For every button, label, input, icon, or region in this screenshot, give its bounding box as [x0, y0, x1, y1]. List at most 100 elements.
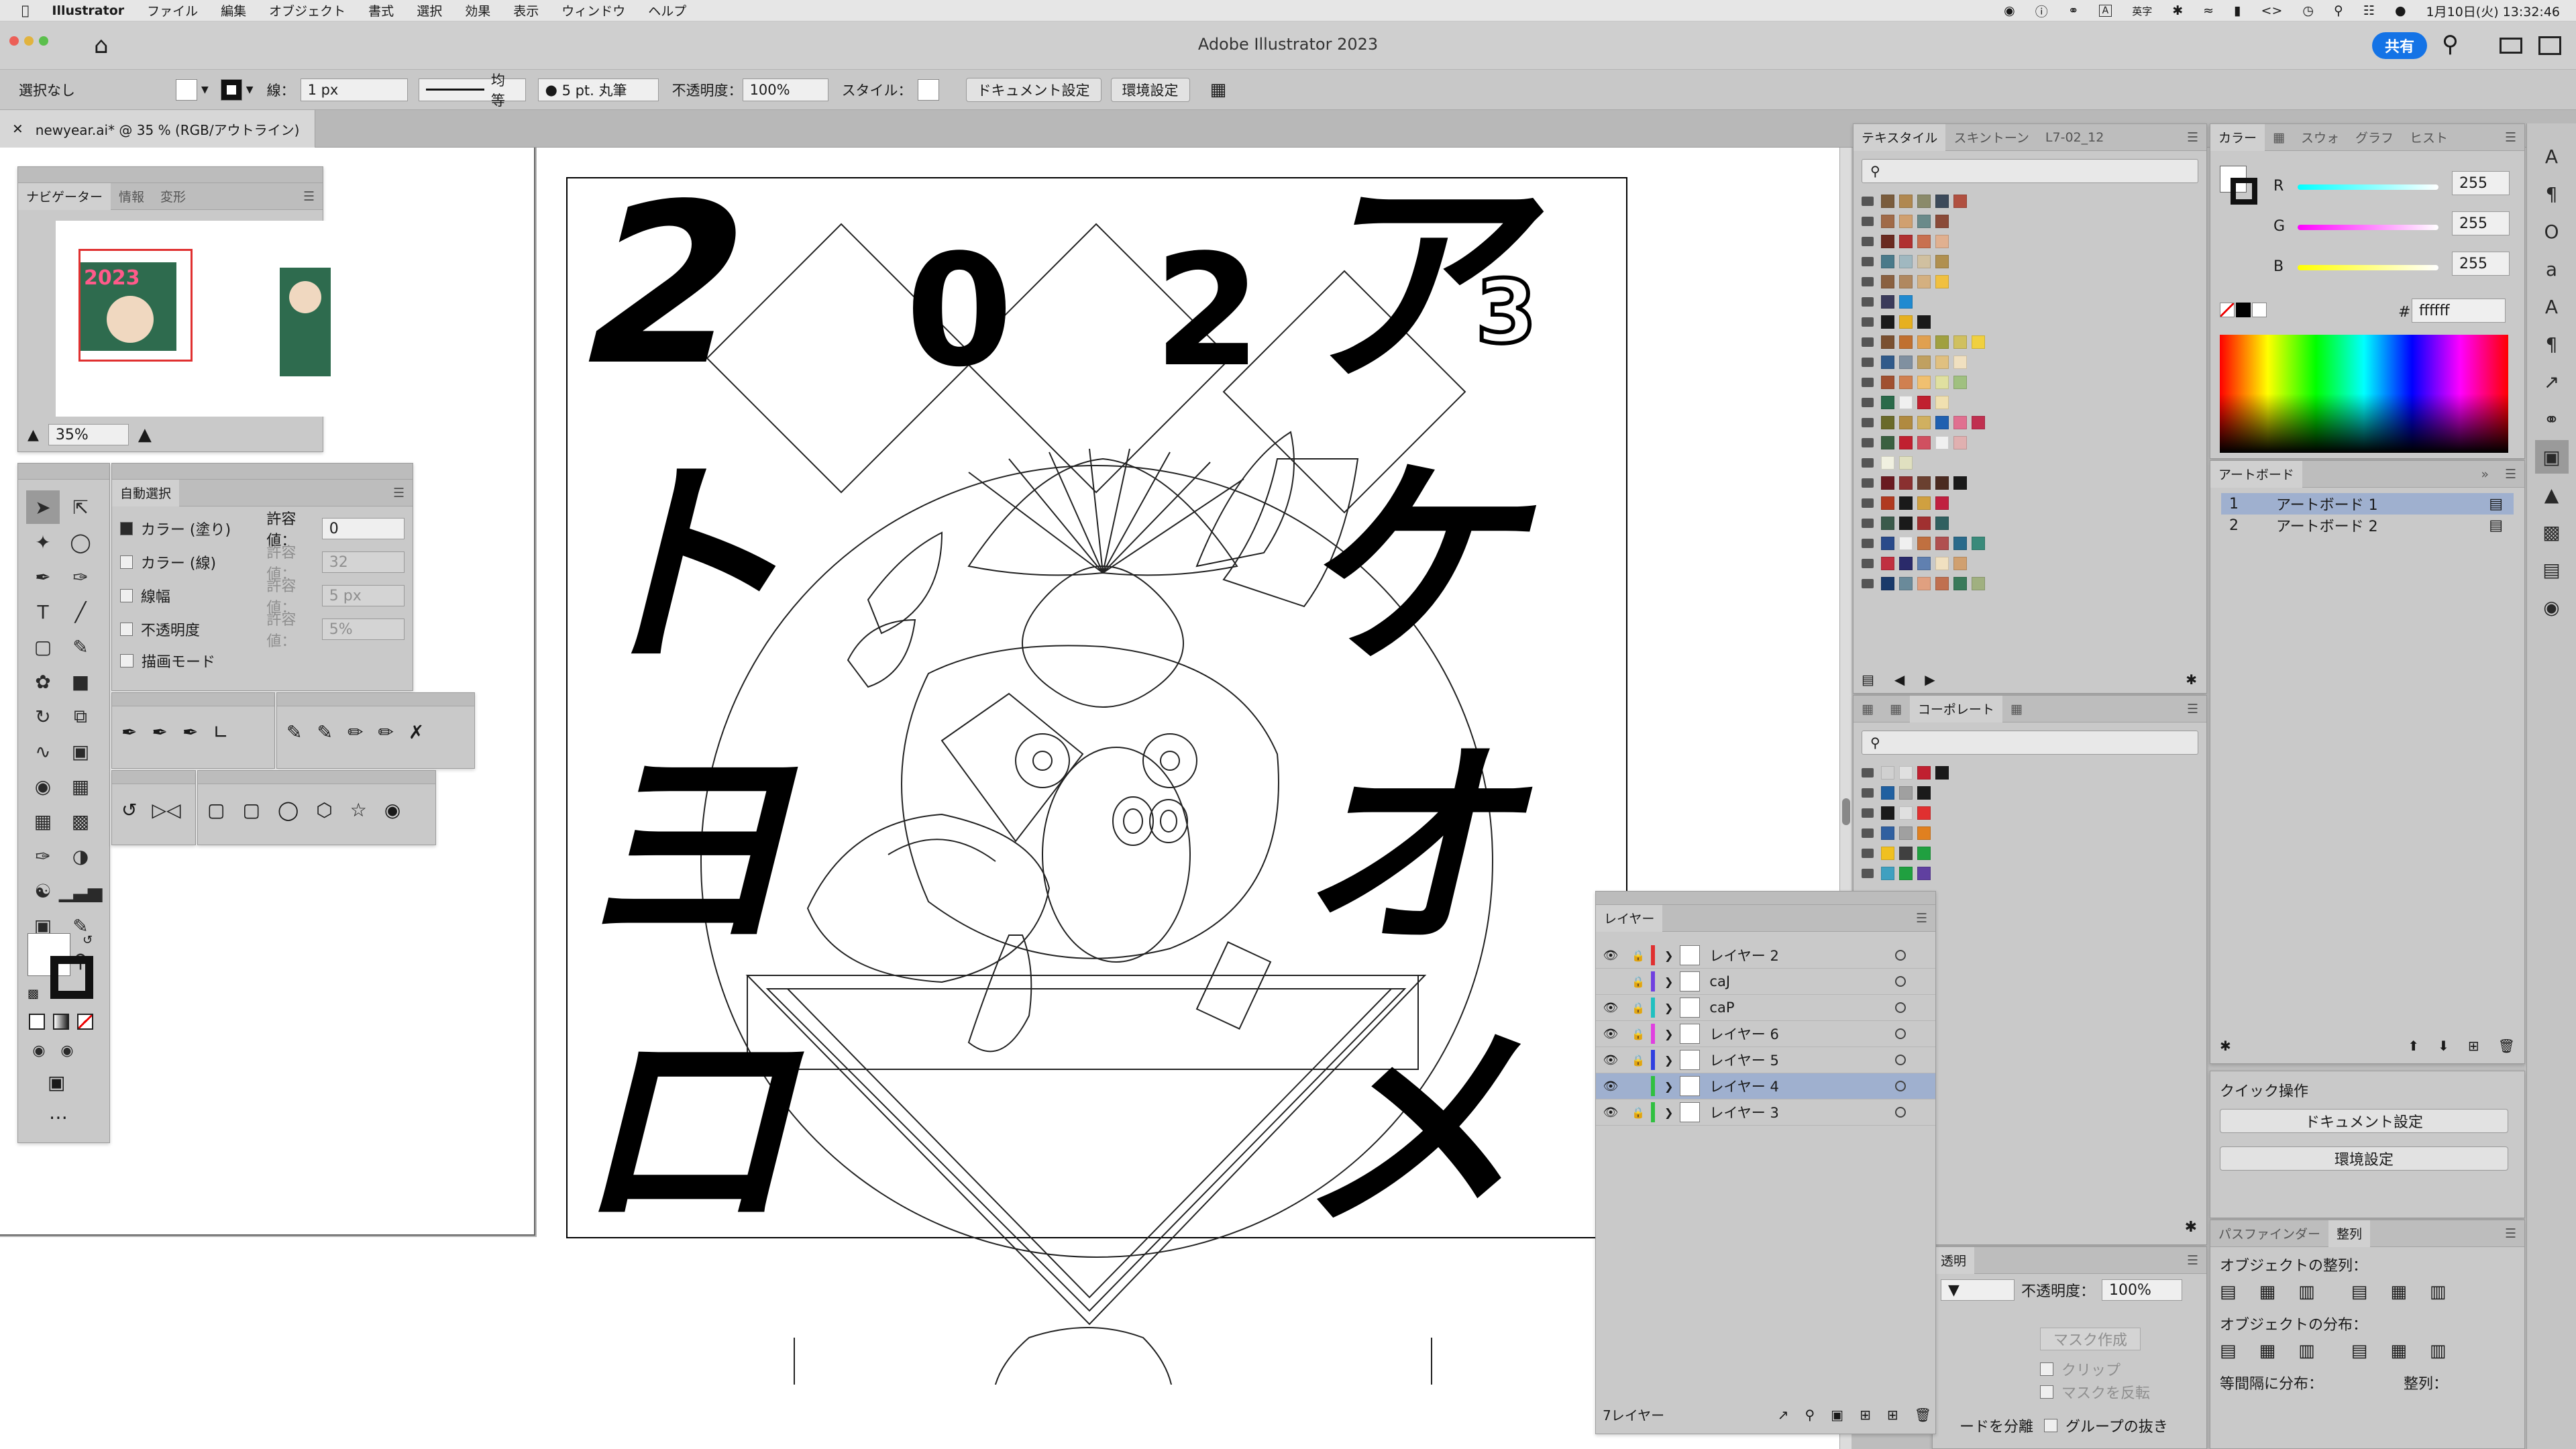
- direct-selection-tool-icon[interactable]: ⇱: [64, 490, 97, 524]
- folder-icon[interactable]: [1862, 458, 1874, 468]
- textile-swatch[interactable]: [1881, 255, 1894, 268]
- textile-swatch[interactable]: [1917, 557, 1931, 570]
- symbol-sprayer-tool-icon[interactable]: ☯: [26, 874, 60, 908]
- textile-swatch[interactable]: [1972, 537, 1985, 550]
- color-spectrum[interactable]: [2220, 335, 2508, 453]
- siri-icon[interactable]: ●: [2395, 3, 2406, 18]
- fill-dropdown-chevron-down-icon[interactable]: ▼: [201, 85, 209, 95]
- distribute-vcenter-icon[interactable]: ▦: [2259, 1341, 2276, 1361]
- tab-skintones[interactable]: スキントーン: [1945, 124, 2037, 151]
- prev-library-icon[interactable]: ◀: [1894, 672, 1904, 688]
- eraser-tool-icon[interactable]: ■: [64, 665, 97, 698]
- lock-icon[interactable]: 🔒: [1625, 975, 1651, 988]
- panel-menu-icon[interactable]: ☰: [2179, 696, 2206, 722]
- textile-swatch[interactable]: [1972, 335, 1985, 349]
- new-artboard-icon[interactable]: ⊞: [2468, 1038, 2479, 1054]
- new-sublayer-icon[interactable]: ⊞: [1860, 1407, 1871, 1423]
- textile-swatch[interactable]: [1881, 396, 1894, 409]
- textile-swatch[interactable]: [1953, 436, 1967, 449]
- folder-icon[interactable]: [1862, 297, 1874, 307]
- folder-icon[interactable]: [1862, 808, 1874, 818]
- textile-swatch[interactable]: [1917, 215, 1931, 228]
- headphones-icon[interactable]: ⚭: [2068, 3, 2079, 18]
- panel-menu-icon[interactable]: ☰: [385, 480, 413, 506]
- textile-swatch[interactable]: [1881, 577, 1894, 590]
- textile-swatch[interactable]: [1917, 315, 1931, 329]
- artboards-panel-icon[interactable]: ▣: [2534, 440, 2569, 474]
- swap-fill-stroke-icon[interactable]: ↺: [83, 933, 93, 947]
- panel-header[interactable]: [18, 167, 323, 183]
- color-stroke-swatch[interactable]: [2231, 178, 2257, 205]
- document-tab[interactable]: ✕ newyear.ai* @ 35 % (RGB/アウトライン): [0, 110, 315, 148]
- layer-row[interactable]: 🔒 ❯ caJ: [1596, 969, 1935, 995]
- textile-swatch[interactable]: [1899, 315, 1913, 329]
- textile-swatch[interactable]: [1935, 356, 1949, 369]
- column-graph-tool-icon[interactable]: ▁▃▅: [59, 874, 103, 908]
- new-layer-icon[interactable]: ⊞: [1887, 1407, 1898, 1423]
- panel-menu-icon[interactable]: ☰: [2497, 461, 2524, 488]
- para-style-panel-icon[interactable]: ¶: [2535, 327, 2569, 361]
- textile-swatch[interactable]: [1953, 356, 1967, 369]
- textile-swatch[interactable]: [1899, 436, 1913, 449]
- artboard-options-icon[interactable]: ▤: [2489, 517, 2503, 534]
- export-icon[interactable]: ↗: [1778, 1407, 1789, 1423]
- shaper-tool-icon[interactable]: ✿: [26, 665, 60, 698]
- align-bottom-icon[interactable]: ▥: [2430, 1282, 2447, 1302]
- corporate-swatch[interactable]: [1917, 847, 1931, 860]
- textile-swatch[interactable]: [1917, 496, 1931, 510]
- tab-collapsed-2[interactable]: ▦: [1882, 696, 1910, 722]
- panel-header[interactable]: [277, 693, 474, 706]
- settings-icon[interactable]: ✱: [2185, 1219, 2197, 1236]
- folder-icon[interactable]: [1862, 257, 1874, 266]
- layer-name[interactable]: caJ: [1709, 973, 1730, 989]
- lock-icon[interactable]: 🔒: [1625, 1002, 1651, 1014]
- align-right-icon[interactable]: ▥: [2298, 1282, 2315, 1302]
- arrange-icon[interactable]: ▦: [1210, 80, 1227, 100]
- corporate-swatch[interactable]: [1881, 867, 1894, 880]
- expand-layer-chevron-icon[interactable]: ❯: [1664, 949, 1673, 962]
- appearance-panel-icon[interactable]: ◉: [2535, 590, 2569, 624]
- folder-icon[interactable]: [1862, 337, 1874, 347]
- checkbox-stroke-color[interactable]: [120, 555, 133, 569]
- folder-icon[interactable]: [1862, 217, 1874, 226]
- textile-swatch[interactable]: [1953, 557, 1967, 570]
- navigator-view-box[interactable]: [78, 249, 193, 362]
- zoom-field[interactable]: 35%: [48, 424, 129, 445]
- textile-swatch[interactable]: [1899, 396, 1913, 409]
- close-tab-icon[interactable]: ✕: [12, 121, 23, 137]
- layer-row[interactable]: 👁 🔒 ❯ レイヤー 5: [1596, 1047, 1935, 1073]
- textile-swatch[interactable]: [1935, 577, 1949, 590]
- folder-icon[interactable]: [1862, 869, 1874, 878]
- layer-name[interactable]: レイヤー 5: [1709, 1050, 1778, 1070]
- textile-swatch[interactable]: [1917, 476, 1931, 490]
- textile-swatch[interactable]: [1935, 537, 1949, 550]
- expand-icon[interactable]: »: [2473, 461, 2497, 488]
- eye-icon[interactable]: 👁: [1596, 1053, 1625, 1067]
- ellipse-tool-icon[interactable]: ◯: [278, 799, 299, 821]
- textile-swatch[interactable]: [1899, 537, 1913, 550]
- draw-behind-icon[interactable]: ◉: [57, 1040, 77, 1061]
- expand-layer-chevron-icon[interactable]: ❯: [1664, 1002, 1673, 1014]
- tolerance-opacity-field[interactable]: 5%: [321, 619, 405, 640]
- lasso-tool-icon[interactable]: ◯: [64, 525, 97, 559]
- g-slider[interactable]: [2298, 225, 2438, 230]
- type-tool-icon[interactable]: T: [26, 595, 60, 629]
- corporate-swatch[interactable]: [1935, 766, 1949, 780]
- textile-swatch[interactable]: [1953, 376, 1967, 389]
- textile-swatch[interactable]: [1917, 356, 1931, 369]
- flare-tool-icon[interactable]: ◉: [384, 799, 400, 821]
- artwork-char-2b[interactable]: 2: [1154, 235, 1261, 389]
- textile-swatch[interactable]: [1881, 376, 1894, 389]
- paragraph-panel-icon[interactable]: ¶: [2535, 177, 2569, 211]
- stroke-color-swatch[interactable]: [220, 78, 242, 101]
- textile-swatch[interactable]: [1935, 235, 1949, 248]
- tab-transform[interactable]: 変形: [152, 183, 194, 210]
- panel-header[interactable]: [198, 771, 435, 784]
- spotlight-icon[interactable]: ⚲: [2334, 3, 2343, 18]
- creative-cloud-icon[interactable]: ◉: [2004, 3, 2015, 18]
- opacity-field[interactable]: 100%: [2102, 1279, 2183, 1301]
- quick-preferences-button[interactable]: 環境設定: [2220, 1146, 2508, 1171]
- quick-document-setup-button[interactable]: ドキュメント設定: [2220, 1109, 2508, 1133]
- none-color-icon[interactable]: [2220, 303, 2235, 317]
- stroke-dropdown-chevron-down-icon[interactable]: ▼: [246, 85, 254, 95]
